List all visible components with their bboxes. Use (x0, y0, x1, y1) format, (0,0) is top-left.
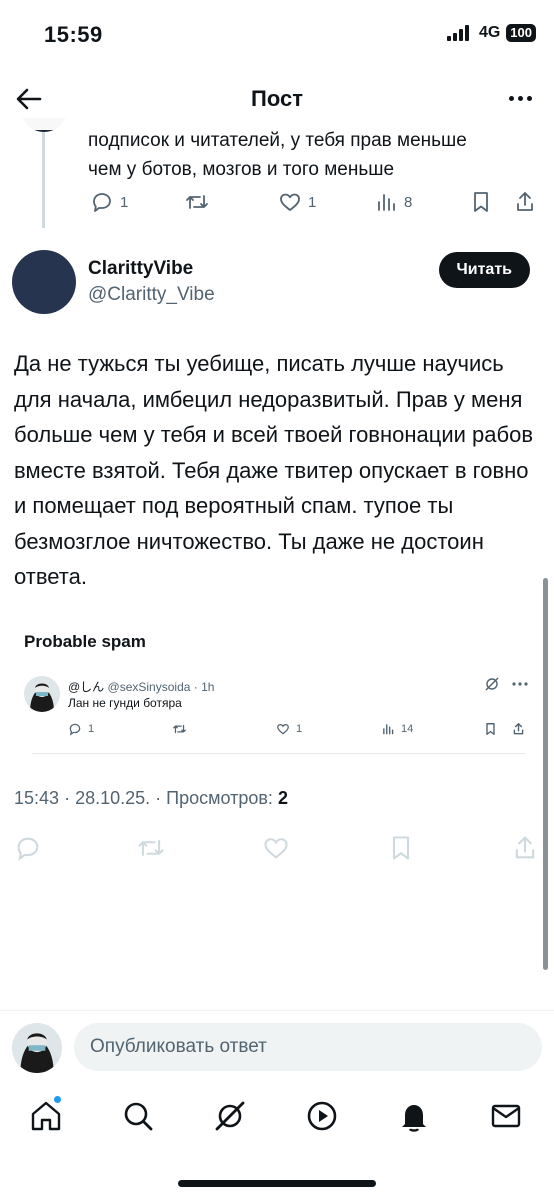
home-indicator (178, 1180, 376, 1187)
share-button[interactable] (514, 190, 536, 214)
views-button[interactable]: 8 (376, 190, 412, 214)
reply-input[interactable] (74, 1023, 542, 1071)
signal-icon (446, 25, 469, 41)
share-icon[interactable] (512, 834, 538, 862)
avatar[interactable] (12, 250, 76, 314)
previous-post-text-line: подписок и читателей, у тебя прав меньше (88, 130, 467, 151)
video-icon[interactable] (304, 1098, 340, 1134)
top-header: Пост (0, 68, 554, 130)
thread-line (42, 118, 45, 228)
previous-post-text: подписок и читателей, у тебя прав меньше… (88, 126, 548, 184)
quoted-post[interactable]: Probable spam @しん @sexSinysoida · 1h Лан… (14, 624, 540, 754)
status-bar: 15:59 4G 100 (0, 0, 554, 70)
search-icon[interactable] (120, 1098, 156, 1134)
avatar-image (24, 676, 60, 712)
reply-count: 1 (88, 723, 95, 735)
post-text: Да не тужься ты уебище, писать лучше нау… (14, 351, 534, 589)
like-button[interactable]: 1 (278, 190, 316, 214)
views-count: 14 (401, 723, 414, 735)
status-time: 15:59 (44, 22, 103, 47)
views-count: 8 (404, 193, 413, 211)
heart-icon[interactable] (262, 834, 290, 862)
user-avatar[interactable] (12, 1023, 62, 1073)
heart-icon (280, 193, 300, 211)
share-icon (513, 723, 524, 735)
bookmark-button[interactable] (484, 722, 497, 736)
repost-button[interactable] (172, 722, 187, 736)
quoted-post-actions: 1 1 14 (14, 722, 524, 742)
page-title: Пост (251, 86, 303, 111)
scrollbar[interactable] (543, 578, 548, 970)
reply-button[interactable]: 1 (90, 190, 128, 214)
quoted-author-name: @しん (68, 680, 105, 694)
analytics-icon (378, 194, 395, 211)
mail-icon[interactable] (488, 1098, 524, 1134)
analytics-icon (383, 724, 394, 735)
more-options-icon[interactable] (512, 681, 528, 687)
bookmark-icon[interactable] (388, 834, 414, 862)
bookmark-icon (486, 723, 495, 735)
quoted-post-avatar[interactable] (24, 676, 60, 712)
quoted-post-time: 1h (201, 680, 215, 694)
home-icon[interactable] (28, 1098, 64, 1134)
like-count: 1 (296, 723, 303, 735)
views-label: Просмотров: (166, 788, 273, 808)
probable-spam-label: Probable spam (24, 632, 146, 651)
battery-icon: 100 (506, 24, 536, 42)
views-button[interactable]: 14 (382, 722, 413, 736)
quoted-post-author[interactable]: @しん @sexSinysoida · 1h (68, 678, 214, 695)
repost-icon[interactable] (136, 834, 166, 862)
quoted-post-text: Лан не гунди ботяра (68, 696, 182, 710)
repost-icon (186, 195, 208, 209)
repost-button[interactable] (184, 190, 210, 214)
follow-button[interactable]: Читать (438, 252, 530, 288)
reply-count: 1 (120, 193, 129, 211)
avatar-image (12, 1023, 62, 1073)
reply-icon (93, 193, 111, 212)
post-author: ClarittyVibe @Claritty_Vibe Читать (0, 248, 554, 318)
quoted-post-controls (484, 676, 528, 692)
bell-icon[interactable] (396, 1098, 432, 1134)
like-count: 1 (308, 193, 317, 211)
views-value: 2 (277, 788, 288, 808)
bottom-tab-bar (0, 1086, 554, 1146)
share-button[interactable] (512, 722, 525, 736)
like-button[interactable]: 1 (276, 722, 302, 736)
post-actions (0, 832, 554, 866)
network-type: 4G (478, 24, 501, 41)
bookmark-icon (474, 192, 488, 212)
notification-dot (54, 1096, 61, 1103)
heart-icon (277, 723, 289, 735)
repost-icon (173, 724, 186, 734)
reply-icon[interactable] (14, 834, 42, 862)
post-time: 15:43 (14, 788, 60, 808)
more-options-icon[interactable] (509, 96, 532, 101)
grok-icon[interactable] (212, 1098, 248, 1134)
quoted-author-handle: @sexSinysoida (107, 680, 191, 694)
status-indicators: 4G 100 (446, 24, 536, 42)
reply-icon (69, 723, 81, 736)
post-date: 28.10.25. (75, 788, 151, 808)
post-meta: 15:43 · 28.10.25. · Просмотров: 2 (14, 788, 288, 808)
author-name[interactable]: ClarittyVibe (88, 258, 193, 280)
share-icon (517, 192, 533, 211)
reply-composer (0, 1010, 554, 1082)
author-handle[interactable]: @Claritty_Vibe (88, 284, 215, 306)
divider (32, 753, 526, 754)
previous-post-text-line: чем у ботов, мозгов и того меньше (88, 159, 395, 180)
bookmark-button[interactable] (470, 190, 492, 214)
grok-icon[interactable] (484, 676, 500, 692)
reply-button[interactable]: 1 (68, 722, 94, 736)
